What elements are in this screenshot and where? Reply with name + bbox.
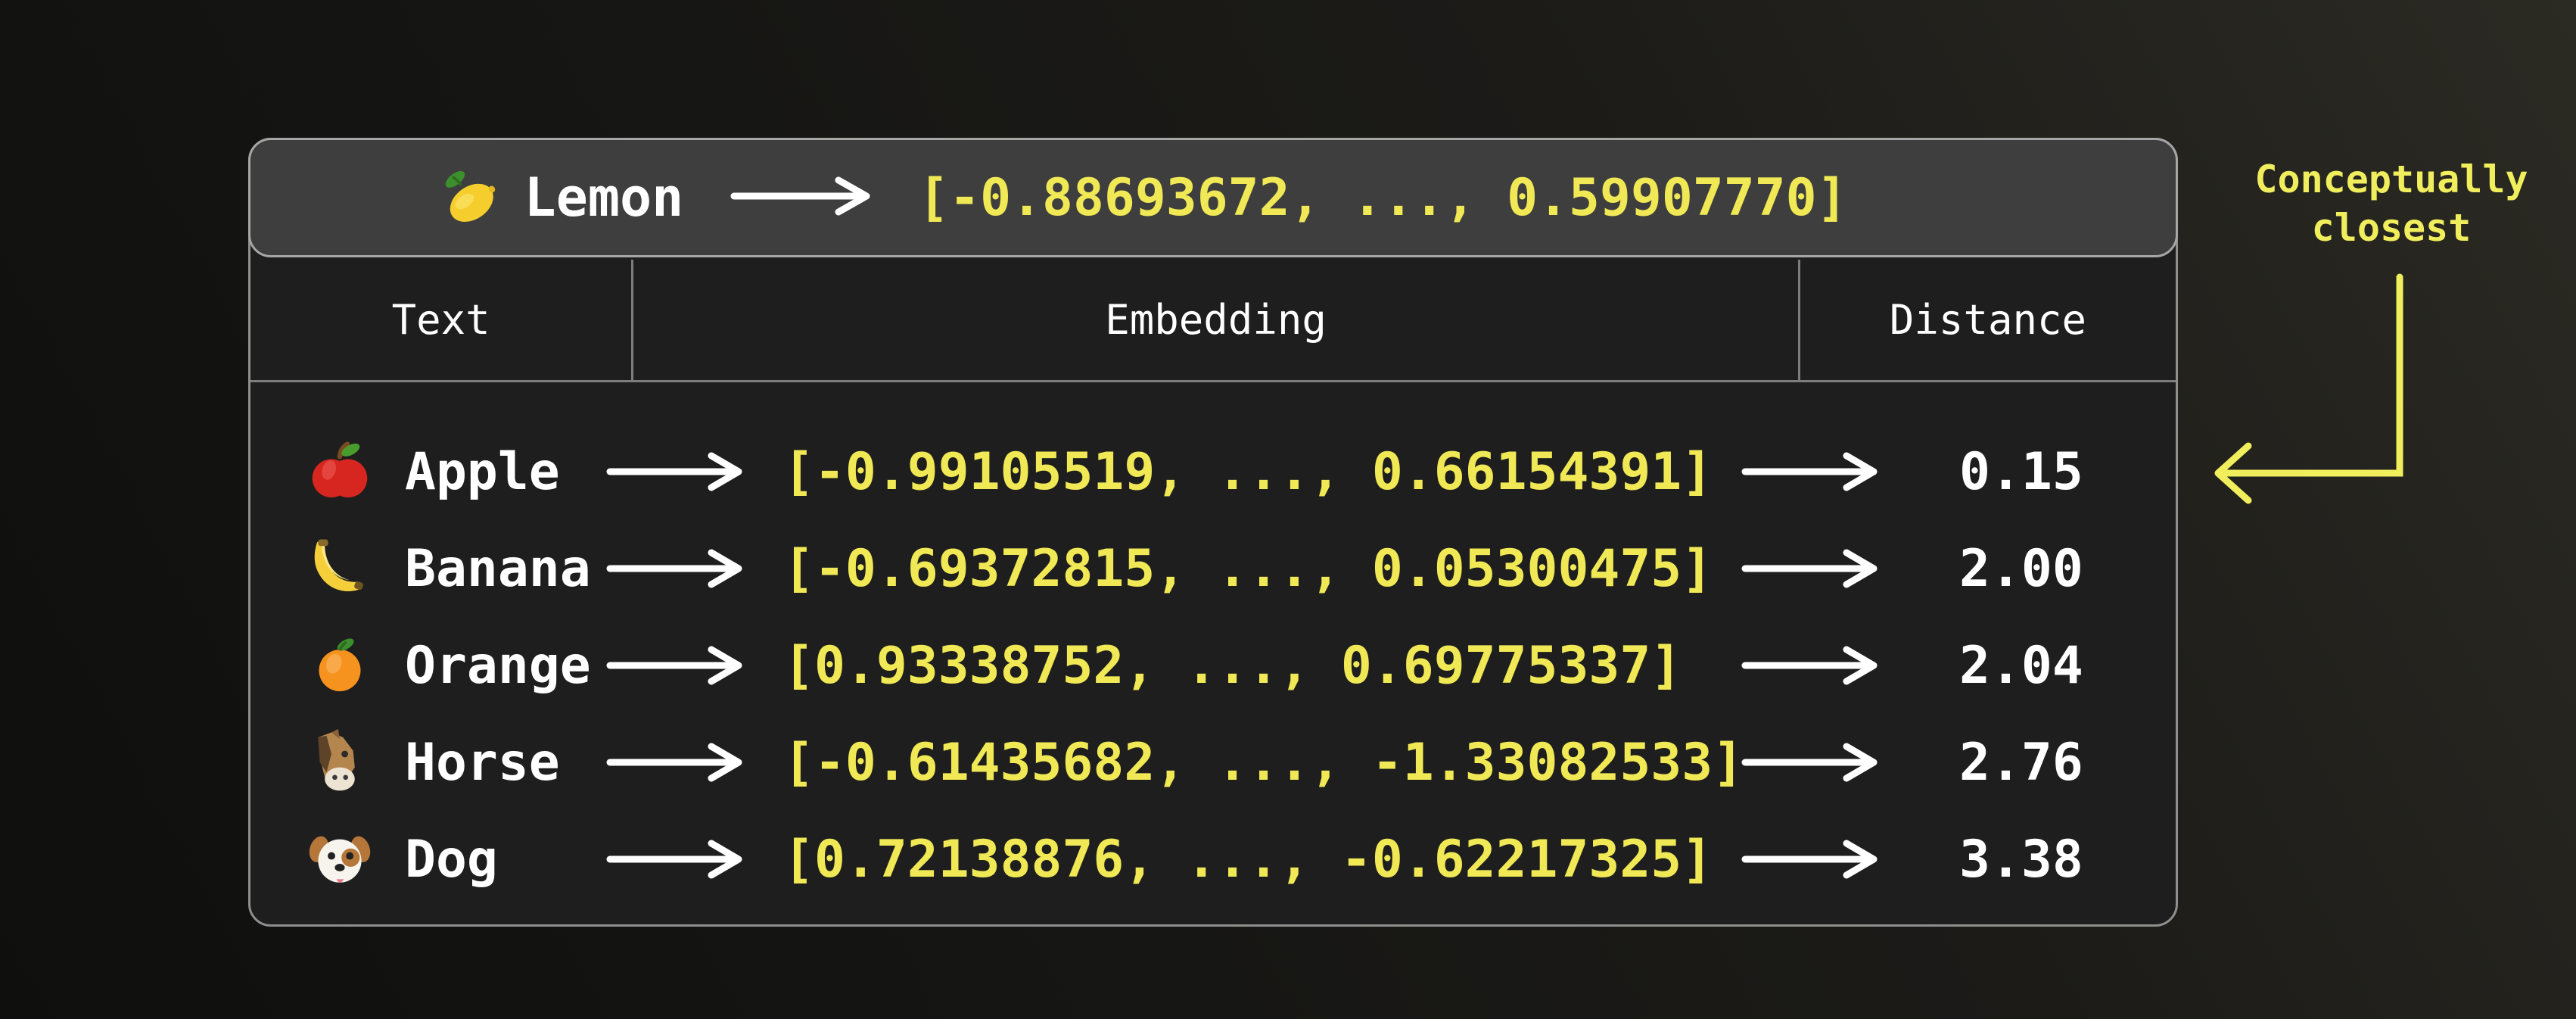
row-label: Orange bbox=[380, 636, 606, 696]
row-distance: 3.38 bbox=[1893, 830, 2176, 890]
table-row-banana: Banana [-0.69372815, ..., 0.05300475] 2.… bbox=[250, 520, 2176, 617]
right-arrow-icon bbox=[606, 740, 758, 785]
row-label: Banana bbox=[380, 539, 606, 599]
right-arrow-icon bbox=[730, 173, 874, 222]
row-label: Horse bbox=[380, 733, 606, 793]
table-body: Apple [-0.99105519, ..., 0.66154391] 0.1… bbox=[250, 382, 2176, 924]
column-header-distance: Distance bbox=[1800, 260, 2176, 380]
row-embedding: [-0.61435682, ..., -1.33082533] bbox=[758, 733, 1741, 793]
horse-icon bbox=[306, 729, 373, 796]
row-label: Dog bbox=[380, 830, 606, 890]
column-header-embedding: Embedding bbox=[633, 260, 1800, 380]
table-row-orange: Orange [0.93338752, ..., 0.69775337] 2.0… bbox=[250, 617, 2176, 714]
row-distance: 2.00 bbox=[1893, 539, 2176, 599]
query-row: Lemon [-0.88693672, ..., 0.59907770] bbox=[248, 138, 2178, 257]
row-distance: 2.76 bbox=[1893, 733, 2176, 793]
row-embedding: [0.93338752, ..., 0.69775337] bbox=[758, 636, 1741, 696]
column-headers: Text Embedding Distance bbox=[250, 260, 2176, 382]
query-label: Lemon bbox=[524, 167, 684, 229]
table-row-dog: Dog [0.72138876, ..., -0.62217325] 3.38 bbox=[250, 811, 2176, 908]
column-header-text: Text bbox=[250, 260, 633, 380]
embedding-table: Lemon [-0.88693672, ..., 0.59907770] Tex… bbox=[248, 138, 2178, 927]
right-arrow-icon bbox=[606, 546, 758, 591]
row-distance: 0.15 bbox=[1893, 442, 2176, 502]
lemon-icon bbox=[435, 163, 505, 232]
right-arrow-icon bbox=[606, 643, 758, 688]
right-arrow-icon bbox=[1741, 837, 1893, 882]
right-arrow-icon bbox=[606, 449, 758, 494]
row-embedding: [-0.99105519, ..., 0.66154391] bbox=[758, 442, 1741, 502]
table-row-apple: Apple [-0.99105519, ..., 0.66154391] 0.1… bbox=[250, 423, 2176, 520]
banana-icon bbox=[306, 535, 373, 602]
right-arrow-icon bbox=[1741, 546, 1893, 591]
embedding-diagram: Lemon [-0.88693672, ..., 0.59907770] Tex… bbox=[0, 0, 2576, 1019]
dog-icon bbox=[306, 826, 373, 893]
right-arrow-icon bbox=[1741, 449, 1893, 494]
elbow-arrow-icon bbox=[2198, 266, 2433, 519]
query-embedding: [-0.88693672, ..., 0.59907770] bbox=[918, 168, 1847, 228]
right-arrow-icon bbox=[1741, 643, 1893, 688]
row-embedding: [0.72138876, ..., -0.62217325] bbox=[758, 830, 1741, 890]
orange-icon bbox=[306, 632, 373, 699]
annotation-label: Conceptually closest bbox=[2217, 155, 2565, 252]
row-label: Apple bbox=[380, 442, 606, 502]
right-arrow-icon bbox=[1741, 740, 1893, 785]
row-embedding: [-0.69372815, ..., 0.05300475] bbox=[758, 539, 1741, 599]
apple-icon bbox=[306, 438, 373, 505]
row-distance: 2.04 bbox=[1893, 636, 2176, 696]
table-row-horse: Horse [-0.61435682, ..., -1.33082533] 2.… bbox=[250, 714, 2176, 811]
right-arrow-icon bbox=[606, 837, 758, 882]
